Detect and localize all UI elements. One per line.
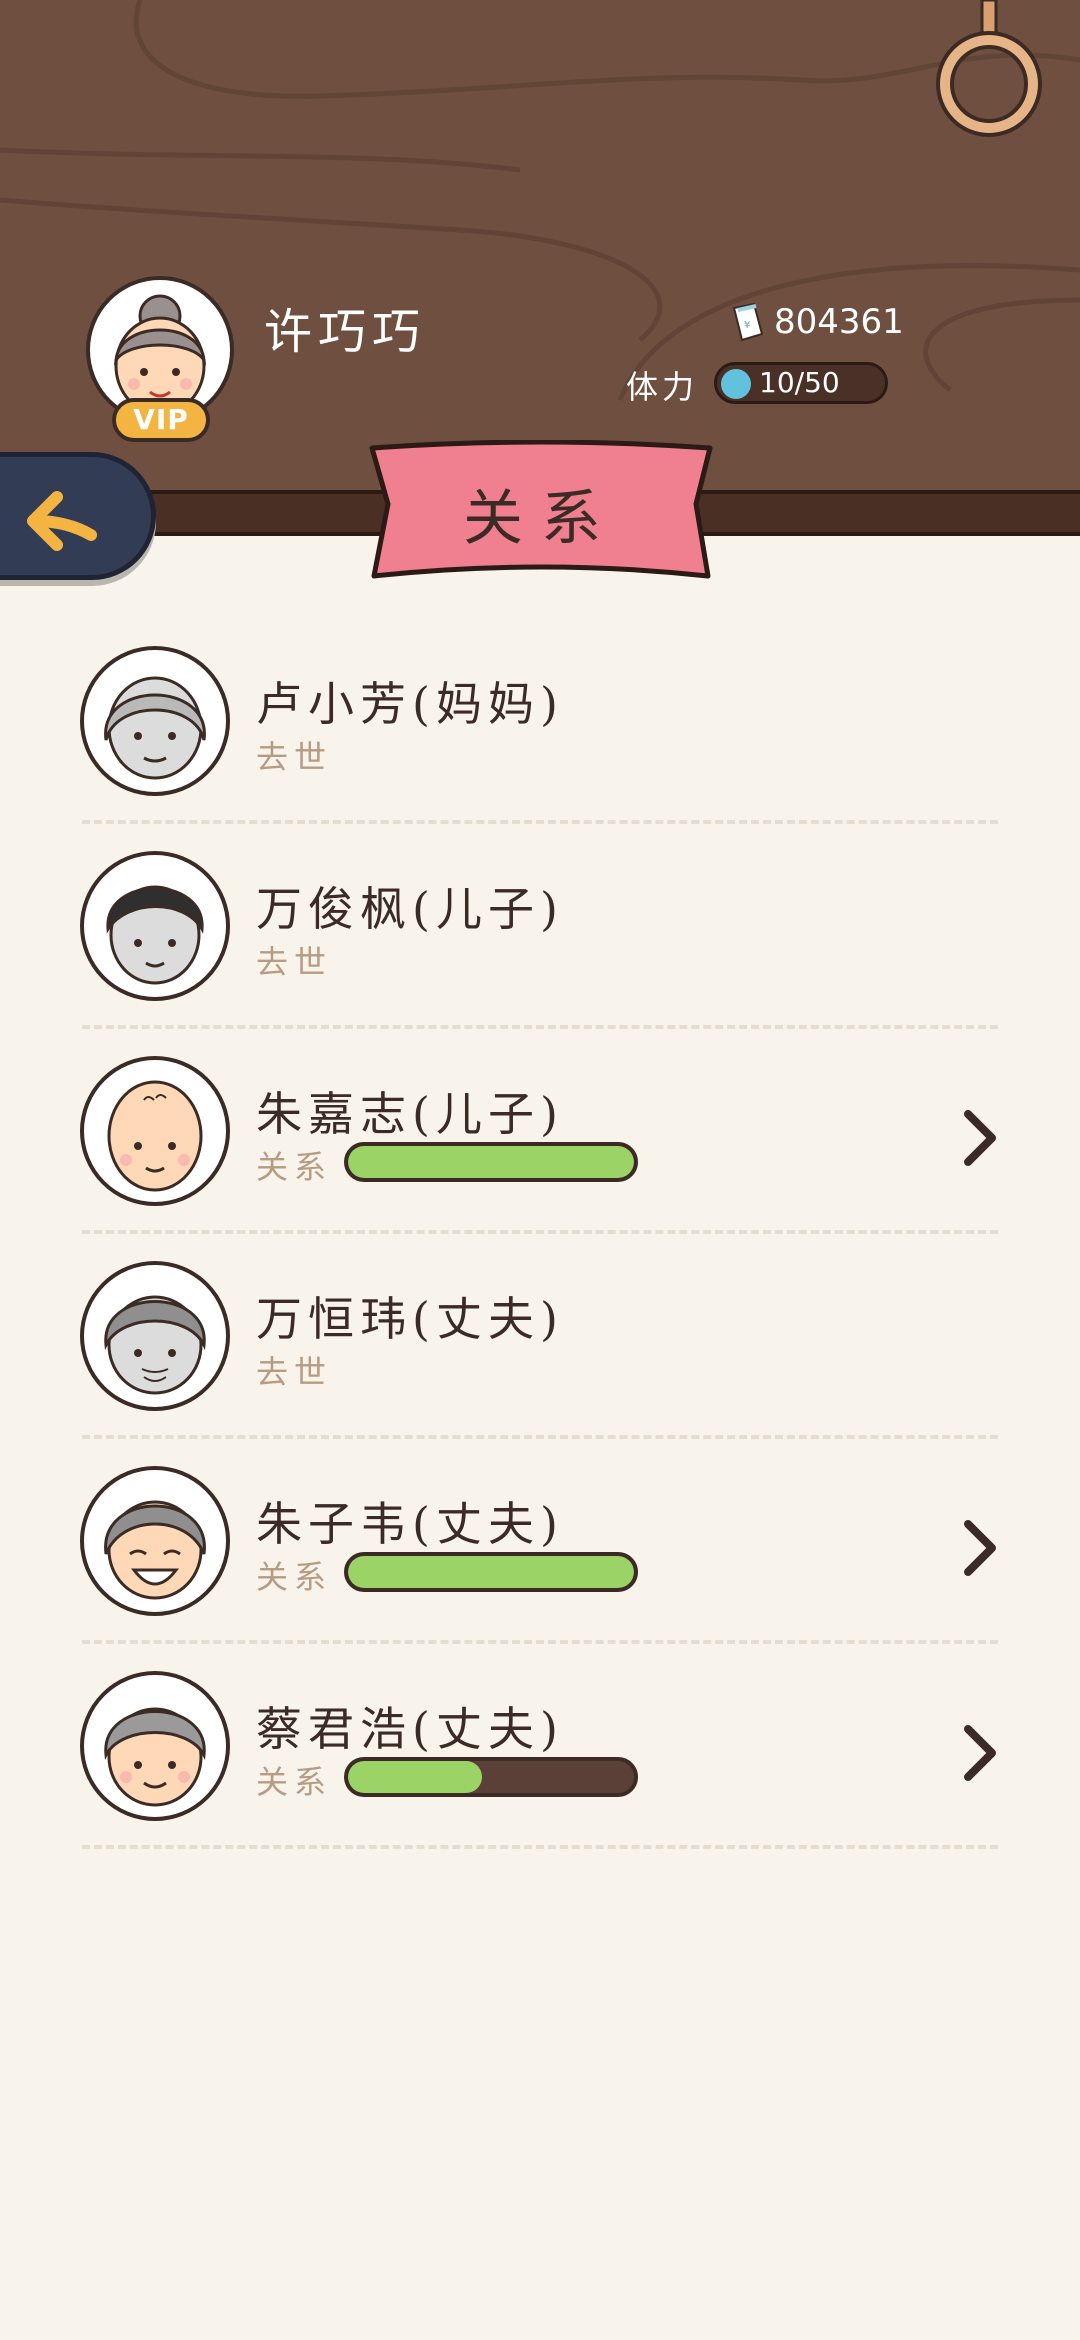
relation-status-label: 关系 xyxy=(256,1763,333,1801)
stamina-value: 10/50 xyxy=(759,366,840,399)
list-item[interactable]: 朱子韦(丈夫) 关系 xyxy=(0,1438,1080,1644)
bald-man-face-icon xyxy=(107,1080,203,1192)
man-face-icon xyxy=(106,885,204,985)
avatar xyxy=(80,851,230,1001)
relation-name: 卢小芳(妈妈) xyxy=(256,677,564,731)
grandma-face-icon xyxy=(104,676,206,780)
list-item[interactable]: 朱嘉志(儿子) 关系 xyxy=(0,1028,1080,1234)
profile-header: VIP 许巧巧 ¥ 804361 体力 10/50 xyxy=(0,0,1080,505)
avatar xyxy=(80,1466,230,1616)
relation-name: 朱嘉志(儿子) xyxy=(256,1087,564,1141)
relation-status: 去世 xyxy=(256,1353,333,1391)
list-item: 万俊枫(儿子) 去世 xyxy=(0,823,1080,1029)
relation-name: 朱子韦(丈夫) xyxy=(256,1497,564,1551)
page-title-ribbon: 关系 xyxy=(366,439,716,590)
svg-text:¥: ¥ xyxy=(744,320,750,331)
list-item[interactable]: 蔡君浩(丈夫) 关系 xyxy=(0,1643,1080,1849)
chevron-right-icon[interactable] xyxy=(960,1723,1000,1783)
old-man-face-icon xyxy=(104,1295,206,1395)
hanging-ring-icon[interactable] xyxy=(930,0,1050,140)
relation-status: 去世 xyxy=(256,943,333,981)
relation-name: 万俊枫(儿子) xyxy=(256,882,564,936)
relation-name: 万恒玮(丈夫) xyxy=(256,1292,564,1346)
stamina-bar: 10/50 xyxy=(714,362,888,404)
vip-badge: VIP xyxy=(112,398,210,442)
relationship-bar xyxy=(344,1552,638,1592)
back-button[interactable] xyxy=(0,452,156,580)
relationship-bar xyxy=(344,1142,638,1182)
page-title: 关系 xyxy=(463,484,619,554)
avatar xyxy=(80,1261,230,1411)
relation-status-label: 关系 xyxy=(256,1558,333,1596)
avatar xyxy=(80,646,230,796)
money-display: ¥ 804361 xyxy=(728,298,904,346)
elder-man-face-icon xyxy=(104,1707,206,1807)
relationship-bar-fill xyxy=(348,1146,634,1178)
stamina-label: 体力 xyxy=(626,368,699,406)
relation-status: 去世 xyxy=(256,738,333,776)
relation-name: 蔡君浩(丈夫) xyxy=(256,1702,564,1756)
relationship-bar-fill xyxy=(348,1556,634,1588)
list-item: 万恒玮(丈夫) 去世 xyxy=(0,1233,1080,1439)
player-name: 许巧巧 xyxy=(264,304,427,360)
relationship-bar xyxy=(344,1757,638,1797)
avatar xyxy=(80,1056,230,1206)
avatar xyxy=(80,1671,230,1821)
relationship-bar-fill xyxy=(348,1761,483,1793)
list-item: 卢小芳(妈妈) 去世 xyxy=(0,618,1080,824)
smiling-man-face-icon xyxy=(104,1500,206,1600)
back-arrow-icon xyxy=(27,491,97,551)
chevron-right-icon[interactable] xyxy=(960,1518,1000,1578)
stamina-icon xyxy=(721,369,751,399)
divider xyxy=(82,1845,998,1849)
relation-status-label: 关系 xyxy=(256,1148,333,1186)
money-value: 804361 xyxy=(774,302,904,342)
banknote-icon: ¥ xyxy=(732,302,764,342)
chevron-right-icon[interactable] xyxy=(960,1108,1000,1168)
